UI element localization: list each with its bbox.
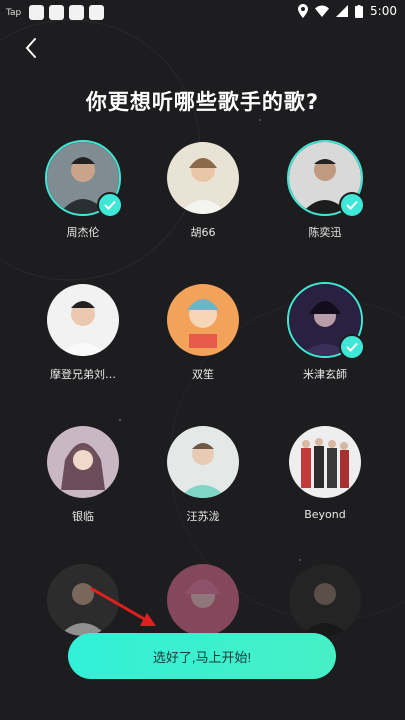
notification-icon bbox=[49, 5, 65, 20]
singer-item[interactable]: 周杰伦 bbox=[28, 140, 138, 240]
avatar bbox=[287, 424, 363, 500]
check-icon bbox=[339, 192, 365, 218]
avatar bbox=[45, 424, 121, 500]
location-icon bbox=[298, 4, 309, 18]
check-icon bbox=[97, 192, 123, 218]
notification-icon bbox=[69, 5, 85, 20]
singer-name: 米津玄師 bbox=[303, 368, 347, 381]
singer-name: 周杰伦 bbox=[66, 226, 100, 239]
avatar bbox=[165, 562, 241, 638]
signal-icon bbox=[336, 5, 349, 17]
singer-item[interactable]: Beyond bbox=[270, 424, 380, 521]
singer-name: 陈奕迅 bbox=[308, 226, 342, 239]
start-button[interactable]: 选好了,马上开始! bbox=[68, 633, 336, 679]
status-bar: Tap 5:00 bbox=[0, 0, 405, 26]
singer-name: 汪苏泷 bbox=[186, 510, 220, 523]
chevron-left-icon bbox=[25, 38, 36, 58]
singer-item[interactable]: 摩登兄弟刘… bbox=[28, 282, 138, 382]
wifi-icon bbox=[315, 5, 330, 17]
avatar bbox=[165, 140, 241, 216]
status-time: 5:00 bbox=[370, 4, 397, 18]
singer-name: 摩登兄弟刘… bbox=[50, 368, 116, 381]
battery-icon bbox=[355, 4, 364, 18]
singer-item[interactable]: 胡66 bbox=[148, 140, 258, 240]
check-icon bbox=[339, 334, 365, 360]
avatar bbox=[45, 562, 121, 638]
singer-item[interactable]: 双笙 bbox=[148, 282, 258, 382]
singer-item[interactable]: 米津玄師 bbox=[270, 282, 380, 382]
singer-item[interactable]: 汪苏泷 bbox=[148, 424, 258, 524]
singer-name: 双笙 bbox=[192, 368, 214, 381]
avatar bbox=[165, 282, 241, 358]
singer-item[interactable]: 银临 bbox=[28, 424, 138, 524]
back-button[interactable] bbox=[20, 36, 44, 60]
avatar bbox=[287, 562, 363, 638]
page-title: 你更想听哪些歌手的歌? bbox=[85, 90, 320, 114]
notification-icon bbox=[29, 5, 45, 20]
singer-name: Beyond bbox=[304, 508, 346, 521]
start-button-label: 选好了,马上开始! bbox=[152, 649, 252, 665]
avatar bbox=[45, 282, 121, 358]
singer-name: 胡66 bbox=[190, 226, 216, 239]
status-app-label: Tap bbox=[6, 7, 22, 18]
singer-item[interactable]: 陈奕迅 bbox=[270, 140, 380, 240]
avatar bbox=[165, 424, 241, 500]
singer-name: 银临 bbox=[72, 510, 94, 523]
notification-icon bbox=[89, 5, 105, 20]
